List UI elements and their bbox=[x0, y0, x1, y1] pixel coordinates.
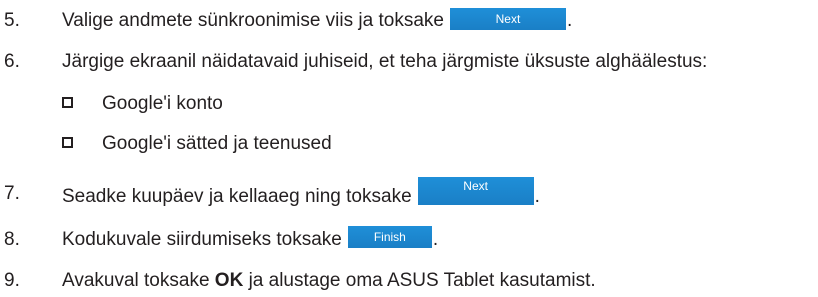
step-number: 5. bbox=[4, 10, 20, 31]
checkbox-icon bbox=[62, 137, 73, 148]
next-button[interactable]: Next bbox=[417, 177, 534, 205]
finish-button[interactable]: Finish bbox=[347, 226, 432, 248]
step-period: . bbox=[534, 186, 540, 208]
step-text-after: ja alustage oma ASUS Tablet kasutamist. bbox=[248, 270, 596, 291]
checklist-item-label: Google'i konto bbox=[102, 93, 223, 114]
step-period: . bbox=[432, 229, 439, 251]
step-text-before: Avakuval toksake bbox=[62, 270, 210, 291]
step-text: Seadke kuupäev ja kellaaeg ning toksake bbox=[62, 186, 412, 208]
ok-label: OK bbox=[214, 270, 244, 291]
step-number: 9. bbox=[4, 270, 20, 291]
step-period: . bbox=[566, 10, 573, 32]
step-number: 7. bbox=[4, 183, 20, 204]
step-text: Järgige ekraanil näidatavaid juhiseid, e… bbox=[62, 51, 708, 72]
step-text: Valige andmete sünkroonimise viis ja tok… bbox=[62, 10, 444, 32]
next-button[interactable]: Next bbox=[449, 8, 566, 30]
checklist-item-label: Google'i sätted ja teenused bbox=[102, 133, 332, 154]
step-number: 8. bbox=[4, 229, 20, 250]
checkbox-icon bbox=[62, 97, 73, 108]
step-number: 6. bbox=[4, 51, 20, 72]
step-text: Kodukuvale siirdumiseks toksake bbox=[62, 229, 342, 251]
